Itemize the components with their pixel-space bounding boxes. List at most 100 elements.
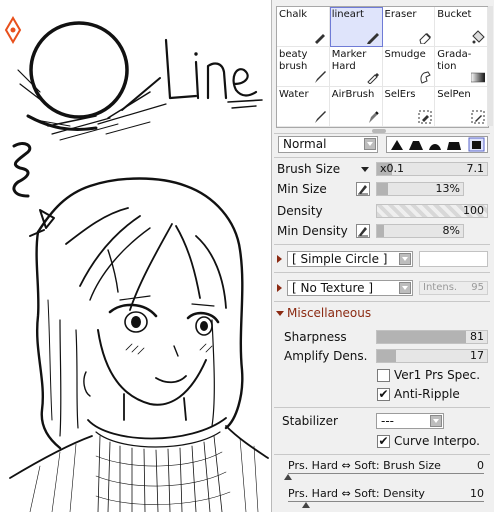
tool-grid: Chalk lineart Eraser Bucket beaty brush … (276, 6, 489, 128)
texture-intensity-slider[interactable]: Intens. 95 (419, 281, 488, 295)
tool-label: Marker Hard (331, 49, 367, 72)
amplify-density-value: 17 (470, 349, 484, 362)
min-density-slider[interactable]: 8% (376, 224, 464, 238)
amplify-density-slider[interactable]: 17 (376, 349, 488, 363)
brush-size-dropdown-icon[interactable] (361, 167, 369, 172)
check-mark-icon: ✔ (378, 434, 389, 448)
divider (274, 407, 490, 408)
brush-shape-value: [ Simple Circle ] (292, 252, 388, 266)
brush-tip-square-icon[interactable] (468, 137, 485, 152)
expand-texture-icon[interactable] (277, 284, 282, 292)
brush-tip-flat-icon[interactable] (447, 142, 461, 150)
min-density-fill (377, 225, 384, 237)
smudge-icon (420, 71, 431, 84)
tool-label: lineart (331, 9, 364, 20)
curve-interpolation-label: Curve Interpo. (394, 434, 480, 448)
brush-tip-round-icon[interactable] (429, 144, 441, 150)
brush-icon (314, 71, 326, 83)
shape-params-field[interactable] (419, 251, 488, 267)
tool-label: Smudge (384, 49, 426, 60)
pressure-min-density-icon[interactable] (356, 224, 370, 238)
curve-interpolation-checkbox[interactable]: ✔ (377, 435, 390, 448)
tool-label: AirBrush (331, 89, 375, 100)
tool-label: Bucket (437, 9, 472, 20)
brush-tip-shapes (386, 136, 488, 153)
tool-label: Chalk (279, 9, 308, 20)
prs-density-track[interactable] (288, 501, 484, 502)
stabilizer-label: Stabilizer (282, 414, 338, 428)
prs-density-label: Prs. Hard ⇔ Soft: Density (288, 487, 425, 500)
divider (274, 301, 490, 302)
texture-select[interactable]: [ No Texture ] (287, 280, 413, 296)
ver1-prs-spec-label: Ver1 Prs Spec. (394, 368, 481, 382)
tool-eraser[interactable]: Eraser (382, 7, 436, 47)
sharpness-label: Sharpness (284, 330, 347, 344)
brush-size-multiplier: x0.1 (380, 162, 405, 175)
selection-eraser-icon (418, 110, 432, 124)
tool-chalk[interactable]: Chalk (277, 7, 330, 47)
anti-ripple-checkbox[interactable]: ✔ (377, 388, 390, 401)
tool-label: Grada- tion (437, 49, 472, 72)
app-logo-icon (4, 16, 22, 44)
tool-grid-scrollbar[interactable] (488, 6, 493, 126)
chalk-icon (314, 34, 325, 44)
tool-lineart[interactable]: lineart (329, 7, 383, 47)
prs-density-value: 10 (470, 487, 484, 500)
chevron-down-icon (399, 253, 411, 265)
texture-value: [ No Texture ] (292, 281, 374, 295)
brush-tip-sharp-icon[interactable] (391, 140, 403, 150)
divider (274, 133, 490, 134)
ver1-prs-spec-checkbox[interactable] (377, 369, 390, 382)
slider-thumb-icon[interactable] (284, 474, 292, 480)
tool-sel-ers[interactable]: SelErs (382, 87, 436, 127)
prs-brush-size-label: Prs. Hard ⇔ Soft: Brush Size (288, 459, 441, 472)
chevron-down-icon (430, 415, 442, 427)
tool-label: beaty brush (279, 49, 308, 72)
expand-shape-icon[interactable] (277, 255, 282, 263)
texture-intensity-label: Intens. (423, 282, 458, 293)
tool-bucket[interactable]: Bucket (435, 7, 488, 47)
min-density-label: Min Density (277, 224, 348, 238)
stabilizer-select[interactable]: --- (376, 413, 444, 429)
tool-marker-hard[interactable]: Marker Hard (329, 47, 383, 87)
marker-icon (366, 73, 379, 84)
pressure-min-size-icon[interactable] (356, 182, 370, 196)
blend-mode-select[interactable]: Normal (278, 136, 378, 153)
min-size-slider[interactable]: 13% (376, 182, 464, 196)
brush-tip-medium-icon[interactable] (409, 141, 423, 150)
selection-pen-icon (471, 110, 485, 124)
bucket-icon (472, 30, 485, 44)
miscellaneous-header[interactable]: Miscellaneous (287, 306, 371, 320)
tool-water[interactable]: Water (277, 87, 330, 127)
amplify-density-fill (377, 350, 396, 362)
blend-mode-value: Normal (283, 137, 327, 151)
tool-smudge[interactable]: Smudge (382, 47, 436, 87)
brush-shape-select[interactable]: [ Simple Circle ] (287, 251, 413, 267)
stabilizer-value: --- (381, 414, 394, 428)
density-value: 100 (463, 204, 484, 217)
tool-sel-pen[interactable]: SelPen (435, 87, 488, 127)
tool-label: SelErs (384, 89, 416, 100)
sharpness-slider[interactable]: 81 (376, 330, 488, 344)
density-label: Density (277, 204, 323, 218)
min-size-label: Min Size (277, 182, 327, 196)
collapse-misc-icon[interactable] (276, 311, 284, 316)
slider-thumb-icon[interactable] (302, 502, 310, 508)
divider (274, 454, 490, 455)
tool-airbrush[interactable]: AirBrush (329, 87, 383, 127)
brush-size-value: 7.1 (466, 162, 485, 175)
prs-brush-size-track[interactable] (288, 473, 484, 474)
drawing-canvas[interactable] (0, 0, 271, 512)
chevron-down-icon (364, 138, 376, 150)
anti-ripple-label: Anti-Ripple (394, 387, 460, 401)
gradation-icon (471, 72, 485, 83)
brush-size-slider[interactable]: x0.1 7.1 (376, 162, 488, 176)
canvas-artwork (4, 16, 269, 512)
min-size-value: 13% (435, 182, 460, 195)
tool-gradation[interactable]: Grada- tion (435, 47, 488, 87)
divider (274, 272, 490, 273)
amplify-density-label: Amplify Dens. (284, 349, 368, 363)
density-slider[interactable]: 100 (376, 204, 488, 218)
tool-beaty-brush[interactable]: beaty brush (277, 47, 330, 87)
tool-label: SelPen (437, 89, 471, 100)
